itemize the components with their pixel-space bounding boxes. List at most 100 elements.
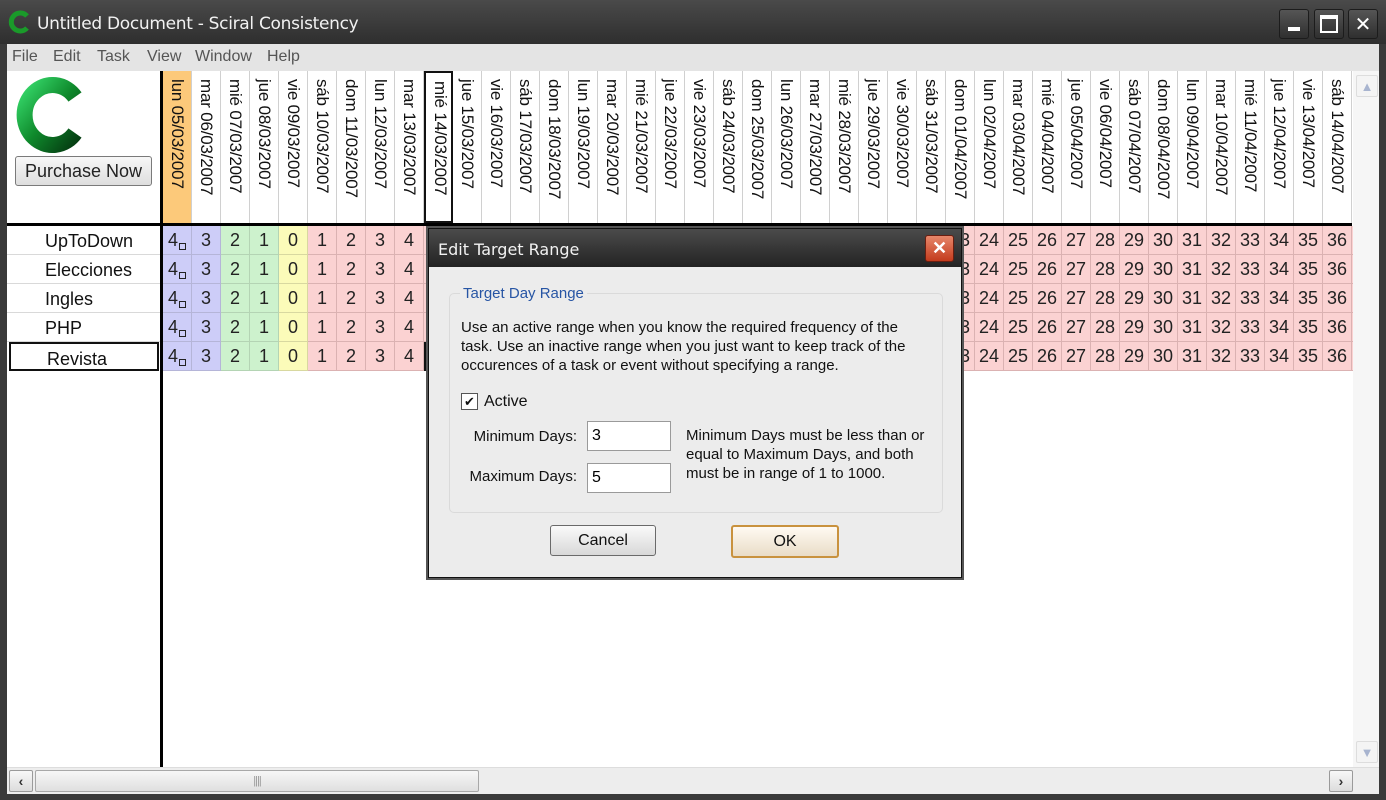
day-cell[interactable]: 4	[163, 226, 192, 255]
day-cell[interactable]: 2	[337, 284, 366, 313]
date-column-header[interactable]: jue 15/03/2007	[453, 71, 482, 223]
day-cell[interactable]: 4	[395, 255, 424, 284]
day-cell[interactable]: 0	[279, 284, 308, 313]
day-cell[interactable]: 0	[279, 342, 308, 371]
task-row[interactable]: PHP	[7, 313, 160, 342]
date-column-header[interactable]: jue 12/04/2007	[1265, 71, 1294, 223]
day-cell[interactable]: 29	[1120, 284, 1149, 313]
day-cell[interactable]: 30	[1149, 255, 1178, 284]
day-cell[interactable]: 27	[1062, 284, 1091, 313]
day-cell[interactable]: 3	[192, 226, 221, 255]
title-bar[interactable]: Untitled Document - Sciral Consistency ✕	[0, 0, 1386, 44]
cancel-button[interactable]: Cancel	[550, 525, 656, 556]
date-column-header[interactable]: mié 21/03/2007	[627, 71, 656, 223]
date-column-header[interactable]: lun 12/03/2007	[366, 71, 395, 223]
task-row[interactable]: UpToDown	[7, 226, 160, 255]
day-cell[interactable]: 1	[250, 342, 279, 371]
day-cell[interactable]: 25	[1004, 226, 1033, 255]
menu-task[interactable]: Task	[97, 48, 130, 66]
active-checkbox[interactable]: ✔	[461, 393, 478, 410]
day-cell[interactable]: 4	[395, 284, 424, 313]
date-column-header[interactable]: vie 30/03/2007	[888, 71, 917, 223]
date-column-header[interactable]: mié 11/04/2007	[1236, 71, 1265, 223]
dialog-close-button[interactable]: ✕	[925, 235, 954, 262]
day-cell[interactable]: 34	[1265, 284, 1294, 313]
day-cell[interactable]: 3	[192, 342, 221, 371]
scroll-right-button[interactable]: ›	[1329, 770, 1353, 792]
minimum-days-input[interactable]	[587, 421, 671, 451]
day-cell[interactable]: 33	[1236, 313, 1265, 342]
day-cell[interactable]: 31	[1178, 313, 1207, 342]
date-column-header[interactable]: mar 13/03/2007	[395, 71, 424, 223]
day-cell[interactable]: 28	[1091, 342, 1120, 371]
day-cell[interactable]: 3	[366, 284, 395, 313]
day-cell[interactable]: 0	[279, 313, 308, 342]
day-cell[interactable]: 4	[395, 342, 424, 371]
date-column-header[interactable]: sáb 31/03/2007	[917, 71, 946, 223]
day-cell[interactable]: 31	[1178, 342, 1207, 371]
day-cell[interactable]: 2	[337, 313, 366, 342]
day-cell[interactable]: 34	[1265, 342, 1294, 371]
date-column-header[interactable]: dom 11/03/2007	[337, 71, 366, 223]
scroll-up-button[interactable]: ▲	[1356, 75, 1378, 97]
vertical-scrollbar[interactable]: ▲ ▼	[1353, 71, 1379, 767]
day-cell[interactable]: 26	[1033, 255, 1062, 284]
date-column-header[interactable]: dom 01/04/2007	[946, 71, 975, 223]
date-column-header[interactable]: vie 23/03/2007	[685, 71, 714, 223]
day-cell[interactable]: 4	[395, 226, 424, 255]
day-cell[interactable]: 1	[250, 313, 279, 342]
day-cell[interactable]: 26	[1033, 226, 1062, 255]
day-cell[interactable]: 1	[308, 342, 337, 371]
day-cell[interactable]: 3	[366, 226, 395, 255]
day-cell[interactable]: 30	[1149, 226, 1178, 255]
day-cell[interactable]: 28	[1091, 284, 1120, 313]
maximum-days-input[interactable]	[587, 463, 671, 493]
day-cell[interactable]: 36	[1323, 226, 1352, 255]
date-column-header[interactable]: sáb 10/03/2007	[308, 71, 337, 223]
day-cell[interactable]: 24	[975, 342, 1004, 371]
day-cell[interactable]: 25	[1004, 342, 1033, 371]
date-column-header[interactable]: mar 10/04/2007	[1207, 71, 1236, 223]
date-column-header[interactable]: dom 18/03/2007	[540, 71, 569, 223]
day-cell[interactable]: 0	[279, 226, 308, 255]
day-cell[interactable]: 4	[163, 342, 192, 371]
day-cell[interactable]: 1	[250, 255, 279, 284]
day-cell[interactable]: 24	[975, 255, 1004, 284]
day-cell[interactable]: 35	[1294, 342, 1323, 371]
horizontal-scroll-thumb[interactable]: ||||	[35, 770, 479, 792]
day-cell[interactable]: 26	[1033, 284, 1062, 313]
day-cell[interactable]: 3	[192, 255, 221, 284]
day-cell[interactable]: 25	[1004, 313, 1033, 342]
date-column-header[interactable]: dom 25/03/2007	[743, 71, 772, 223]
day-cell[interactable]: 1	[308, 226, 337, 255]
date-column-header[interactable]: lun 19/03/2007	[569, 71, 598, 223]
date-column-header[interactable]: mié 07/03/2007	[221, 71, 250, 223]
day-cell[interactable]: 32	[1207, 226, 1236, 255]
date-column-header[interactable]: sáb 17/03/2007	[511, 71, 540, 223]
day-cell[interactable]: 31	[1178, 255, 1207, 284]
day-cell[interactable]: 27	[1062, 342, 1091, 371]
day-cell[interactable]: 32	[1207, 342, 1236, 371]
date-column-header[interactable]: jue 29/03/2007	[859, 71, 888, 223]
day-cell[interactable]: 27	[1062, 255, 1091, 284]
day-cell[interactable]: 29	[1120, 226, 1149, 255]
day-cell[interactable]: 25	[1004, 255, 1033, 284]
day-cell[interactable]: 1	[308, 284, 337, 313]
day-cell[interactable]: 4	[163, 284, 192, 313]
day-cell[interactable]: 35	[1294, 255, 1323, 284]
day-cell[interactable]: 26	[1033, 342, 1062, 371]
day-cell[interactable]: 24	[975, 313, 1004, 342]
day-cell[interactable]: 30	[1149, 284, 1178, 313]
day-cell[interactable]: 34	[1265, 255, 1294, 284]
date-column-header[interactable]: mar 20/03/2007	[598, 71, 627, 223]
day-cell[interactable]: 30	[1149, 313, 1178, 342]
close-button[interactable]: ✕	[1348, 9, 1378, 39]
menu-help[interactable]: Help	[267, 48, 300, 66]
day-cell[interactable]: 3	[192, 313, 221, 342]
day-cell[interactable]: 34	[1265, 313, 1294, 342]
date-column-header[interactable]: lun 05/03/2007	[163, 71, 192, 223]
date-column-header[interactable]: vie 16/03/2007	[482, 71, 511, 223]
date-column-header[interactable]: sáb 07/04/2007	[1120, 71, 1149, 223]
date-column-header[interactable]: mar 06/03/2007	[192, 71, 221, 223]
date-column-header[interactable]: mié 04/04/2007	[1033, 71, 1062, 223]
